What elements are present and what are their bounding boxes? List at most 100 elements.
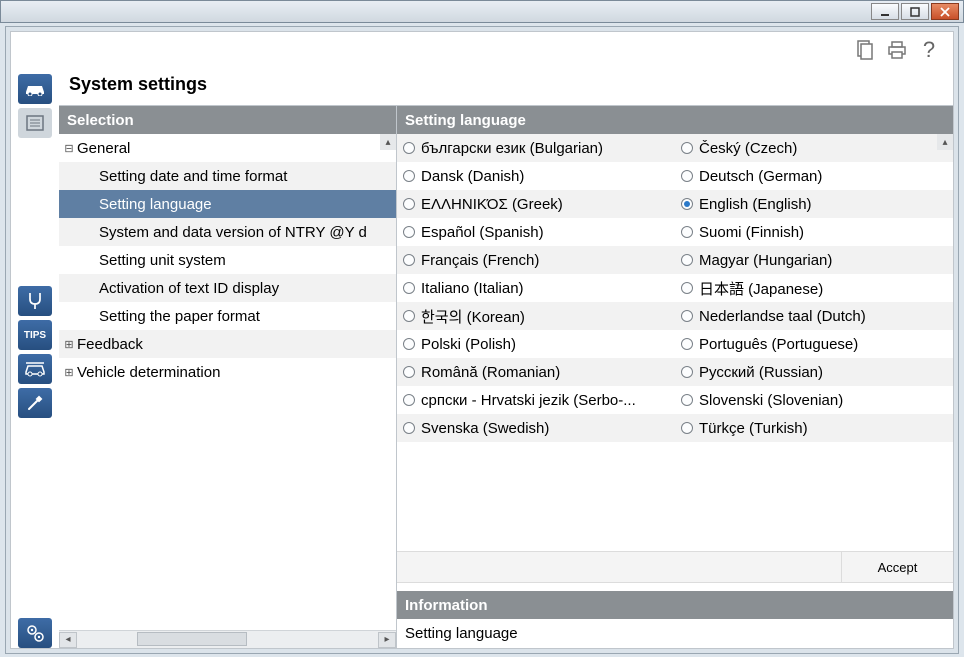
language-label: 日本語 (Japanese)	[699, 278, 823, 299]
radio-icon[interactable]	[403, 226, 415, 238]
language-header: Setting language	[397, 106, 953, 134]
radio-icon[interactable]	[681, 422, 693, 434]
tree-item[interactable]: Setting unit system	[59, 246, 396, 274]
language-row: Français (French) Magyar (Hungarian)	[397, 246, 953, 274]
accept-bar: Accept	[397, 551, 953, 583]
tree-item[interactable]: Setting the paper format	[59, 302, 396, 330]
scroll-up-icon[interactable]: ▴	[380, 134, 396, 150]
app-frame: ? TIPS	[10, 31, 954, 649]
language-label: Türkçe (Turkish)	[699, 420, 808, 437]
language-option[interactable]: Suomi (Finnish)	[675, 224, 953, 241]
tree-item-label: Setting language	[99, 196, 212, 213]
language-label: Français (French)	[421, 252, 539, 269]
language-row: 한국의 (Korean) Nederlandse taal (Dutch)	[397, 302, 953, 330]
minimize-button[interactable]	[871, 3, 899, 20]
tree-item[interactable]: Setting language	[59, 190, 396, 218]
scroll-left-icon[interactable]: ◂	[59, 632, 77, 648]
language-label: Nederlandse taal (Dutch)	[699, 308, 866, 325]
radio-icon[interactable]	[681, 170, 693, 182]
language-label: 한국의 (Korean)	[421, 306, 525, 327]
sidebar-vehicle-icon[interactable]	[18, 354, 52, 384]
scroll-thumb[interactable]	[137, 632, 247, 646]
radio-icon[interactable]	[681, 142, 693, 154]
radio-icon[interactable]	[681, 394, 693, 406]
help-icon[interactable]: ?	[919, 40, 939, 60]
radio-icon[interactable]	[681, 282, 693, 294]
radio-icon[interactable]	[403, 366, 415, 378]
language-label: Dansk (Danish)	[421, 168, 524, 185]
selection-header: Selection	[59, 106, 396, 134]
tree-item-label: Setting date and time format	[99, 168, 287, 185]
language-option[interactable]: Polski (Polish)	[397, 336, 675, 353]
language-option[interactable]: Deutsch (German)	[675, 168, 953, 185]
radio-icon[interactable]	[403, 170, 415, 182]
sidebar-settings-icon[interactable]	[18, 618, 52, 648]
close-button[interactable]	[931, 3, 959, 20]
tree-item[interactable]: ⊞Feedback	[59, 330, 396, 358]
radio-icon[interactable]	[403, 422, 415, 434]
h-scrollbar[interactable]: ◂ ▸	[59, 630, 396, 648]
language-option[interactable]: Română (Romanian)	[397, 364, 675, 381]
radio-icon[interactable]	[681, 366, 693, 378]
sidebar-list-icon[interactable]	[18, 108, 52, 138]
radio-icon[interactable]	[403, 338, 415, 350]
document-icon[interactable]	[855, 40, 875, 60]
tree-item[interactable]: ⊞Vehicle determination	[59, 358, 396, 386]
language-label: Română (Romanian)	[421, 364, 560, 381]
tree-item[interactable]: ⊟General	[59, 134, 396, 162]
language-option[interactable]: български език (Bulgarian)	[397, 140, 675, 157]
radio-icon[interactable]	[403, 254, 415, 266]
expand-collapse-icon[interactable]: ⊞	[61, 338, 77, 351]
language-label: Português (Portuguese)	[699, 336, 858, 353]
language-option[interactable]: 日本語 (Japanese)	[675, 278, 953, 299]
radio-icon[interactable]	[403, 198, 415, 210]
language-option[interactable]: Español (Spanish)	[397, 224, 675, 241]
language-option[interactable]: Český (Czech)	[675, 140, 953, 157]
language-option[interactable]: Русский (Russian)	[675, 364, 953, 381]
radio-icon[interactable]	[681, 338, 693, 350]
tree-item-label: Vehicle determination	[77, 364, 220, 381]
sidebar-diagnostics-icon[interactable]	[18, 286, 52, 316]
page-title: System settings	[59, 68, 953, 105]
print-icon[interactable]	[887, 40, 907, 60]
scroll-right-icon[interactable]: ▸	[378, 632, 396, 648]
language-option[interactable]: Português (Portuguese)	[675, 336, 953, 353]
language-option[interactable]: 한국의 (Korean)	[397, 306, 675, 327]
accept-button[interactable]: Accept	[841, 552, 953, 582]
language-option[interactable]: Dansk (Danish)	[397, 168, 675, 185]
language-label: Español (Spanish)	[421, 224, 544, 241]
language-option[interactable]: Magyar (Hungarian)	[675, 252, 953, 269]
sidebar-tips-icon[interactable]: TIPS	[18, 320, 52, 350]
sidebar-wrench-icon[interactable]	[18, 388, 52, 418]
language-option[interactable]: Italiano (Italian)	[397, 280, 675, 297]
radio-icon[interactable]	[403, 142, 415, 154]
language-pane: Setting language български език (Bulgari…	[397, 106, 953, 648]
selection-tree: ▴ ⊟General Setting date and time format Se…	[59, 134, 396, 630]
sidebar-car-icon[interactable]	[18, 74, 52, 104]
language-option[interactable]: Slovenski (Slovenian)	[675, 392, 953, 409]
expand-collapse-icon[interactable]: ⊟	[61, 142, 77, 155]
expand-collapse-icon[interactable]: ⊞	[61, 366, 77, 379]
radio-icon[interactable]	[681, 226, 693, 238]
radio-icon[interactable]	[681, 310, 693, 322]
language-row: српски - Hrvatski jezik (Serbo-...Sloven…	[397, 386, 953, 414]
tree-item[interactable]: Setting date and time format	[59, 162, 396, 190]
language-option[interactable]: српски - Hrvatski jezik (Serbo-...	[397, 392, 675, 409]
language-option[interactable]: Français (French)	[397, 252, 675, 269]
tree-item[interactable]: Activation of text ID display	[59, 274, 396, 302]
radio-icon[interactable]	[403, 282, 415, 294]
radio-icon[interactable]	[681, 198, 693, 210]
language-option[interactable]: Svenska (Swedish)	[397, 420, 675, 437]
radio-icon[interactable]	[403, 394, 415, 406]
language-option[interactable]: English (English)	[675, 196, 953, 213]
maximize-button[interactable]	[901, 3, 929, 20]
language-label: Magyar (Hungarian)	[699, 252, 832, 269]
radio-icon[interactable]	[403, 310, 415, 322]
tree-item[interactable]: System and data version of NTRY @Y d	[59, 218, 396, 246]
scroll-up-icon[interactable]: ▴	[937, 134, 953, 150]
language-option[interactable]: ΕΛΛΗΝΙΚΌΣ (Greek)	[397, 196, 675, 213]
language-option[interactable]: Türkçe (Turkish)	[675, 420, 953, 437]
language-option[interactable]: Nederlandse taal (Dutch)	[675, 308, 953, 325]
radio-icon[interactable]	[681, 254, 693, 266]
language-row: Italiano (Italian) 日本語 (Japanese)	[397, 274, 953, 302]
